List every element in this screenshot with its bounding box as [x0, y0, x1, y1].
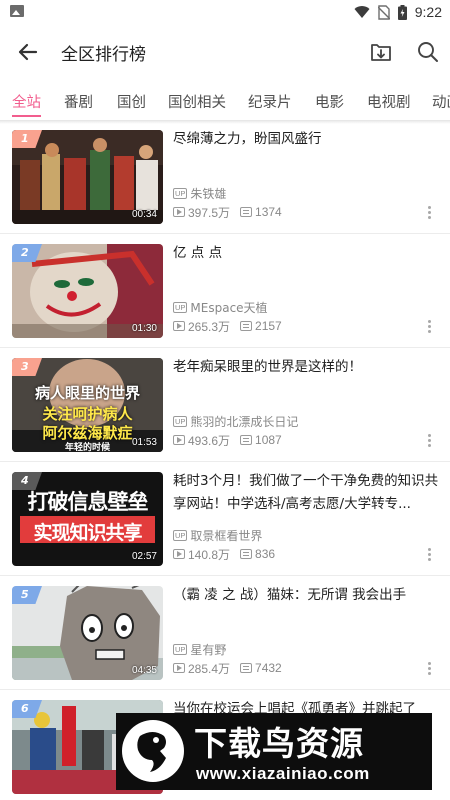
thumbnail-caption: 病人眼里的世界	[34, 384, 140, 402]
watermark-text: 下载鸟资源	[194, 724, 364, 763]
clock: 9:22	[414, 4, 442, 20]
page-title: 全区排行榜	[61, 45, 146, 65]
uploader-name[interactable]: 朱铁雄	[190, 185, 226, 202]
video-title[interactable]: 耗时3个月！我们做了一个干净免费的知识共享网站！中学选科/高考志愿/大学转专..…	[173, 470, 439, 516]
more-options-icon[interactable]	[426, 662, 432, 676]
up-badge: UP	[173, 529, 188, 541]
tab-documentary[interactable]: 纪录片	[248, 91, 292, 112]
danmaku-icon	[240, 549, 253, 559]
uploader-name[interactable]: MEspace天植	[190, 299, 267, 316]
duration-label: 04:35	[131, 665, 157, 676]
list-item[interactable]: 病人眼里的世界 关注呵护病人 阿尔兹海默症 年轻的时候 3 01:53 老年痴呆…	[0, 348, 450, 462]
wifi-icon	[354, 6, 370, 19]
no-sim-icon	[377, 4, 390, 20]
video-thumbnail[interactable]: 打破信息壁垒 实现知识共享 4 02:57	[12, 472, 163, 566]
status-icons: 9:22	[354, 3, 442, 21]
list-item[interactable]: 1 00:34 尽绵薄之力，盼国风盛行 UP 朱铁雄 397.5万 1374	[0, 120, 450, 234]
video-thumbnail[interactable]: 1 00:34	[12, 130, 163, 224]
video-thumbnail[interactable]: 病人眼里的世界 关注呵护病人 阿尔兹海默症 年轻的时候 3 01:53	[12, 358, 163, 452]
active-tab-indicator	[12, 115, 41, 117]
battery-icon	[397, 4, 407, 20]
list-item[interactable]: 5 04:35 （霸 凌 之 战）猫妹：无所谓 我会出手 UP 星有野 285.…	[0, 576, 450, 690]
thumbnail-caption: 实现知识共享	[33, 522, 142, 544]
thumbnail-caption: 关注呵护病人	[42, 405, 133, 423]
video-stats: 140.8万 836	[173, 546, 275, 562]
up-badge: UP	[173, 415, 188, 427]
danmaku-count: 2157	[255, 319, 282, 333]
danmaku-count: 1374	[255, 205, 282, 219]
uploader-row: UP 取景框看世界	[173, 527, 262, 543]
uploader-row: UP 熊羽的北漂成长日记	[173, 413, 298, 429]
danmaku-count: 1087	[255, 433, 282, 447]
up-badge: UP	[173, 187, 188, 199]
danmaku-count: 836	[255, 547, 276, 561]
watermark-banner: 下载鸟资源 www.xiazainiao.com	[116, 713, 432, 790]
watermark-url: www.xiazainiao.com	[196, 764, 370, 783]
play-count-icon	[173, 207, 185, 217]
video-title[interactable]: （霸 凌 之 战）猫妹：无所谓 我会出手	[173, 584, 439, 607]
danmaku-icon	[240, 321, 253, 331]
view-count: 140.8万	[188, 547, 231, 562]
view-count: 397.5万	[188, 205, 231, 220]
tab-guochuang[interactable]: 国创	[117, 91, 146, 112]
uploader-row: UP MEspace天植	[173, 299, 268, 315]
video-title[interactable]: 尽绵薄之力，盼国风盛行	[173, 128, 439, 151]
video-stats: 265.3万 2157	[173, 318, 282, 334]
video-title[interactable]: 亿 点 点	[173, 242, 439, 265]
app-bar: 全区排行榜	[0, 24, 450, 80]
video-thumbnail[interactable]: 5 04:35	[12, 586, 163, 680]
more-options-icon[interactable]	[426, 434, 432, 448]
view-count: 493.6万	[188, 433, 231, 448]
tab-movie[interactable]: 电影	[315, 91, 344, 112]
uploader-row: UP 朱铁雄	[173, 185, 226, 201]
video-stats: 285.4万 7432	[173, 660, 282, 676]
video-stats: 493.6万 1087	[173, 432, 282, 448]
thumbnail-caption: 打破信息壁垒	[27, 490, 149, 514]
list-item[interactable]: 打破信息壁垒 实现知识共享 4 02:57 耗时3个月！我们做了一个干净免费的知…	[0, 462, 450, 576]
uploader-name[interactable]: 取景框看世界	[190, 527, 262, 544]
gallery-icon	[10, 5, 24, 17]
play-count-icon	[173, 435, 185, 445]
view-count: 265.3万	[188, 319, 231, 334]
duration-label: 00:34	[131, 209, 157, 220]
danmaku-icon	[240, 207, 253, 217]
play-count-icon	[173, 549, 185, 559]
danmaku-count: 7432	[255, 661, 282, 675]
uploader-name[interactable]: 星有野	[190, 641, 226, 658]
tab-bangumi[interactable]: 番剧	[64, 91, 93, 112]
tab-guochuang-related[interactable]: 国创相关	[168, 91, 226, 112]
more-options-icon[interactable]	[426, 206, 432, 220]
uploader-row: UP 星有野	[173, 641, 226, 657]
view-count: 285.4万	[188, 661, 231, 676]
tab-animation[interactable]: 动画	[432, 91, 450, 112]
tab-all[interactable]: 全站	[12, 91, 41, 112]
list-item[interactable]: 2 01:30 亿 点 点 UP MEspace天植 265.3万 2157	[0, 234, 450, 348]
more-options-icon[interactable]	[426, 548, 432, 562]
duration-label: 01:53	[131, 437, 157, 448]
status-bar: 9:22	[0, 0, 450, 24]
danmaku-icon	[240, 435, 253, 445]
play-count-icon	[173, 321, 185, 331]
search-icon[interactable]	[415, 39, 441, 65]
danmaku-icon	[240, 663, 253, 673]
bird-logo-icon	[122, 720, 184, 782]
play-count-icon	[173, 663, 185, 673]
video-title[interactable]: 老年痴呆眼里的世界是这样的！	[173, 356, 439, 379]
category-tabs: 全站 番剧 国创 国创相关 纪录片 电影 电视剧 动画	[0, 80, 450, 120]
duration-label: 02:57	[131, 551, 157, 562]
arrow-left-icon[interactable]	[14, 38, 42, 66]
up-badge: UP	[173, 643, 188, 655]
duration-label: 01:30	[131, 323, 157, 334]
up-badge: UP	[173, 301, 188, 313]
uploader-name[interactable]: 熊羽的北漂成长日记	[190, 413, 298, 430]
tab-tv-series[interactable]: 电视剧	[367, 91, 411, 112]
more-options-icon[interactable]	[426, 320, 432, 334]
download-icon[interactable]	[368, 39, 394, 65]
video-thumbnail[interactable]: 2 01:30	[12, 244, 163, 338]
video-stats: 397.5万 1374	[173, 204, 282, 220]
